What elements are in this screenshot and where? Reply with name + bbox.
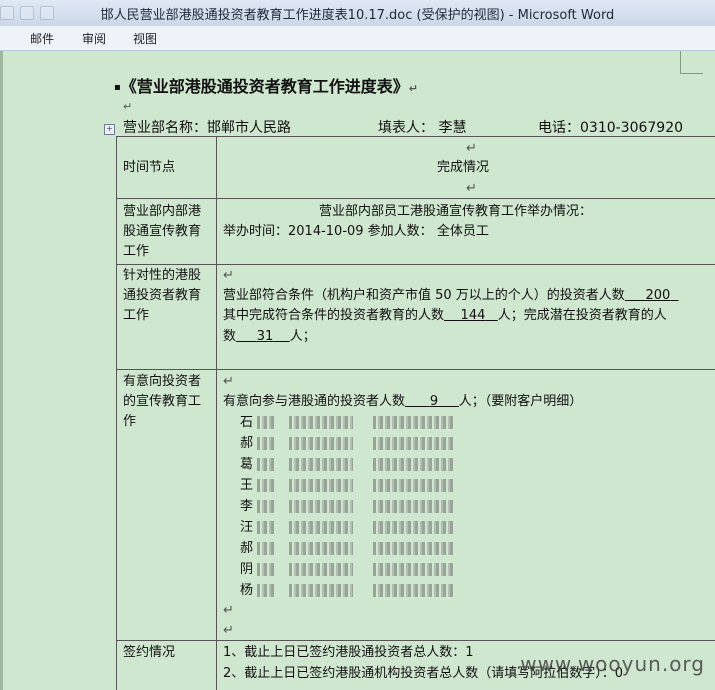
client-row: 郝 <box>240 433 454 454</box>
client-row: 李 <box>240 496 454 517</box>
row2-content-line2: 其中完成符合条件的投资者教育的人数 144 人；完成潜在投资者教育的人 <box>223 308 667 323</box>
row2-label-line2: 通投资者教育 <box>123 288 202 303</box>
header-time-node: 时间节点 <box>123 160 176 175</box>
client-row: 郝 <box>240 538 454 559</box>
dept-name: 营业部名称：邯郸市人民路 <box>123 120 291 136</box>
watermark: www.wooyun.org <box>520 652 705 676</box>
row1-label-line1: 营业部内部港 <box>123 204 202 219</box>
menu-bar: 邮件 审阅 视图 <box>0 26 715 51</box>
row1-content-line1: 营业部内部员工港股通宣传教育工作举办情况： <box>319 204 593 219</box>
client-row: 王 <box>240 475 454 496</box>
row1-label-line3: 工作 <box>123 244 150 259</box>
row4-label: 签约情况 <box>123 645 176 660</box>
window-title: 邯人民营业部港股通投资者教育工作进度表10.17.doc (受保护的视图) - … <box>100 8 615 23</box>
client-row: 汪 <box>240 517 454 538</box>
menu-review[interactable]: 审阅 <box>82 30 106 47</box>
page-corner-mark <box>680 51 703 74</box>
title-bar: 邯人民营业部港股通投资者教育工作进度表10.17.doc (受保护的视图) - … <box>0 0 715 27</box>
row2-content-line1: 营业部符合条件（机构户和资产市值 50 万以上的个人）的投资者人数 200 <box>223 288 671 303</box>
row2-content-line3: 数 31 人； <box>223 329 316 344</box>
client-row: 石 <box>240 412 454 433</box>
paragraph-mark: ↵ <box>123 100 133 113</box>
row4-content-line1: 1、截止上日已签约港股通投资者总人数：1 <box>223 645 474 660</box>
row3-content-line1: 有意向参与港股通的投资者人数 9 人；（要附客户明细） <box>223 394 583 409</box>
row1-label-line2: 股通宣传教育 <box>123 224 202 239</box>
client-row: 阴 <box>240 559 454 580</box>
menu-mailings[interactable]: 邮件 <box>30 30 54 47</box>
phone-number: 电话：0310-3067920 <box>538 120 684 136</box>
row1-content-line2: 举办时间：2014-10-09 参加人数： 全体员工 <box>223 224 489 239</box>
row3-label-line1: 有意向投资者 <box>123 374 202 389</box>
table-move-handle-icon[interactable]: + <box>104 124 115 135</box>
row2-label-line3: 工作 <box>123 308 150 323</box>
client-row: 杨 <box>240 580 454 601</box>
row2-label-line1: 针对性的港股 <box>123 268 202 283</box>
document-heading: ▪《营业部港股通投资者教育工作进度表》↵ <box>114 77 419 96</box>
menu-view[interactable]: 视图 <box>133 30 157 47</box>
left-margin-strip <box>0 51 3 690</box>
client-row: 葛 <box>240 454 454 475</box>
row3-label-line3: 作 <box>123 414 137 429</box>
filler-name: 填表人： 李慧 <box>378 120 467 136</box>
row3-label-line2: 的宣传教育工 <box>123 394 202 409</box>
header-completion: 完成情况 <box>437 160 490 175</box>
